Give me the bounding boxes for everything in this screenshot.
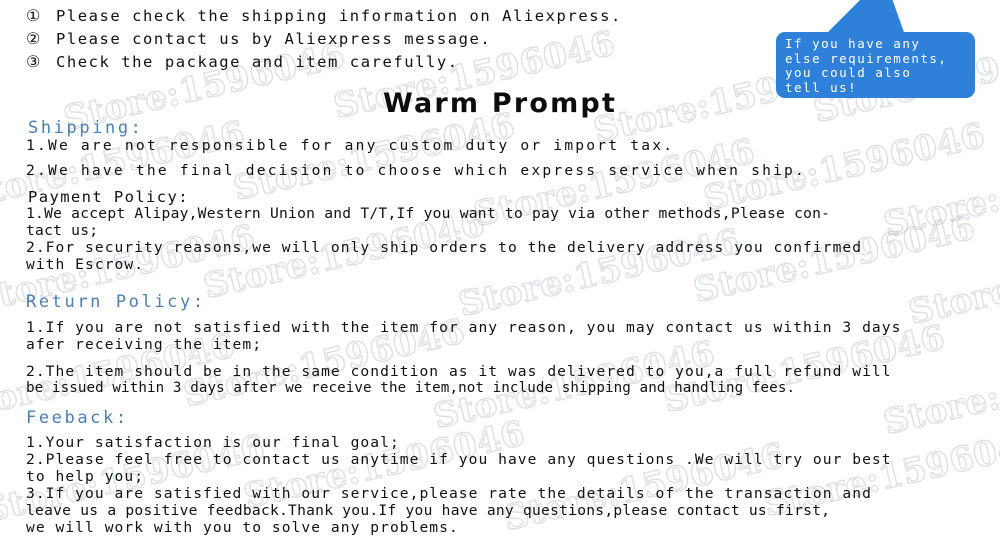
section-heading-shipping: Shipping:	[28, 118, 144, 138]
watermark-text: Store:1596046	[689, 207, 979, 312]
policy-line: 2.Please feel free to contact us anytime…	[26, 451, 892, 468]
bubble-line: else requirements,	[785, 50, 948, 66]
speech-bubble-callout: If you have any else requirements, you cou…	[776, 0, 976, 100]
watermark-text: Store:1596046	[879, 141, 1000, 246]
top-instruction-list: ① Please check the shipping information o…	[26, 6, 622, 75]
policy-line: afer receiving the item;	[26, 336, 263, 353]
policy-line: 1.If you are not satisfied with the item…	[26, 319, 902, 336]
policy-line: 2.The item should be in the same conditi…	[26, 363, 892, 380]
instruction-text: Please contact us by Aliexpress message.	[56, 30, 492, 48]
circled-number-icon: ①	[26, 6, 41, 25]
speech-bubble-body: If you have any else requirements, you cou…	[776, 32, 975, 98]
watermark-text: Store:1596046	[454, 221, 744, 326]
policy-line: 3.If you are satisfied with our service,…	[26, 485, 872, 502]
bubble-line: you could also	[785, 65, 912, 81]
watermark-text: Store:1596046	[229, 105, 519, 210]
circled-number-icon: ③	[26, 52, 41, 71]
policy-line: with Escrow.	[26, 256, 145, 273]
watermark-text: Store:1596046	[879, 339, 1000, 444]
promo-banner: Store:1596046 Store:1596046 Store:1596046 S…	[0, 0, 1000, 543]
instruction-text: Check the package and item carefully.	[56, 53, 459, 71]
bubble-line: If you have any	[785, 36, 921, 51]
instruction-text: Please check the shipping information on…	[56, 7, 622, 25]
policy-line: to help you;	[26, 468, 145, 485]
policy-line: be issued within 3 days after we receive…	[26, 380, 796, 396]
policy-line: 2.We have the final decision to choose w…	[26, 162, 807, 179]
bubble-line: tell us!	[785, 79, 858, 95]
section-heading-return: Return Policy:	[26, 292, 206, 312]
policy-line: 1.We are not responsible for any custom …	[26, 137, 675, 154]
instruction-item: ① Please check the shipping information o…	[26, 6, 622, 29]
circled-number-icon: ②	[26, 29, 41, 48]
policy-line: leave us a positive feedback.Thank you.I…	[26, 502, 831, 519]
policy-line: we will work with you to solve any probl…	[26, 519, 459, 536]
policy-line: 1.Your satisfaction is our final goal;	[26, 434, 400, 451]
instruction-item: ② Please contact us by Aliexpress message…	[26, 29, 622, 52]
policy-line: 2.For security reasons,we will only ship…	[26, 239, 863, 256]
watermark-text: Store:1596046	[904, 229, 1000, 334]
policy-line: 1.We accept Alipay,Western Union and T/T…	[26, 205, 831, 222]
section-heading-payment: Payment Policy:	[28, 188, 189, 206]
instruction-item: ③ Check the package and item carefully.	[26, 52, 622, 75]
section-heading-feedback: Feeback:	[26, 408, 129, 428]
policy-line: tact us;	[26, 222, 99, 239]
